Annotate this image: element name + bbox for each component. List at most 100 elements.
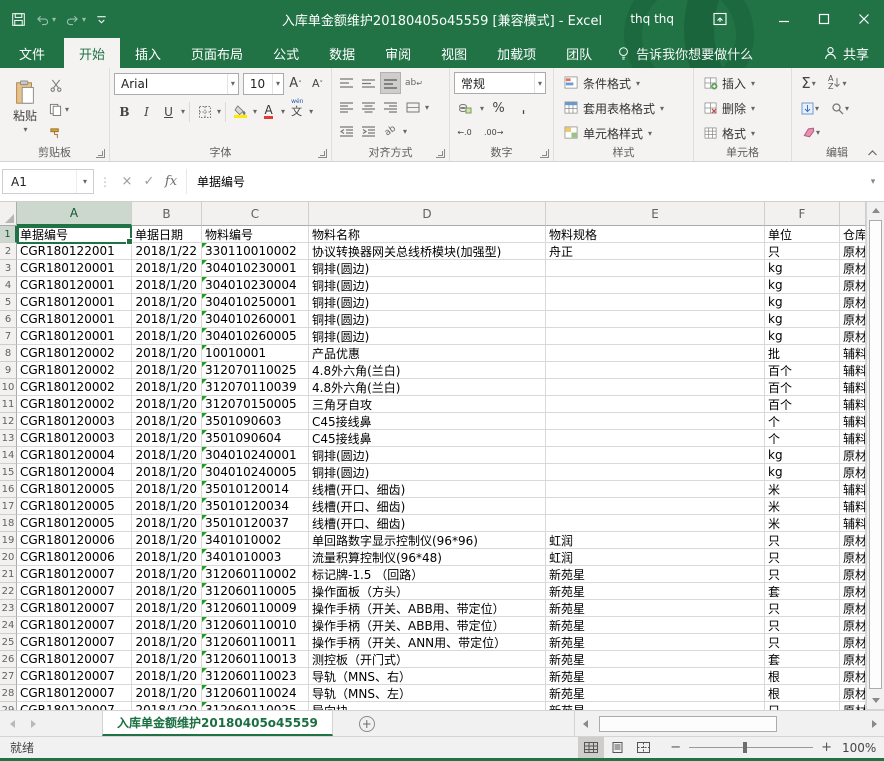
zoom-in-icon[interactable]: + <box>821 740 832 755</box>
cell[interactable]: 2018/1/20 <box>132 294 202 311</box>
cell[interactable]: 原材 <box>840 549 866 566</box>
cell[interactable]: 铜排(圆边) <box>309 260 546 277</box>
cell[interactable]: 米 <box>765 515 840 532</box>
vertical-scrollbar-thumb[interactable] <box>869 220 882 689</box>
cell[interactable]: 312060110024 <box>202 685 309 702</box>
cell[interactable]: 原材 <box>840 634 866 651</box>
cut-button[interactable] <box>46 75 72 96</box>
cell[interactable]: CGR180120002 <box>17 379 132 396</box>
cell[interactable]: 312070110039 <box>202 379 309 396</box>
cell[interactable] <box>546 379 765 396</box>
cell[interactable]: 只 <box>765 549 840 566</box>
cell[interactable] <box>546 328 765 345</box>
cell[interactable] <box>546 396 765 413</box>
cell[interactable] <box>546 413 765 430</box>
cell[interactable]: 4.8外六角(兰白) <box>309 379 546 396</box>
cell[interactable]: CGR180120007 <box>17 668 132 685</box>
cell[interactable]: 协议转换器网关总线桥模块(加强型) <box>309 243 546 260</box>
cell[interactable]: 辅料 <box>840 362 866 379</box>
cell[interactable]: 304010260005 <box>202 328 309 345</box>
cell[interactable]: 新苑星 <box>546 600 765 617</box>
ribbon-display-options-icon[interactable] <box>700 0 740 38</box>
clear-icon[interactable]: ▾ <box>798 121 823 143</box>
cell[interactable]: 辅料 <box>840 515 866 532</box>
cell[interactable] <box>546 430 765 447</box>
cell[interactable]: 新苑星 <box>546 617 765 634</box>
cell[interactable]: 单据日期 <box>132 226 202 243</box>
cell[interactable]: 2018/1/20 <box>132 498 202 515</box>
cell[interactable]: 操作手柄（开关、ABB用、带定位） <box>309 617 546 634</box>
bold-button[interactable]: B <box>114 101 135 123</box>
horizontal-scrollbar-thumb[interactable] <box>599 716 777 732</box>
cell[interactable]: 只 <box>765 532 840 549</box>
cell[interactable]: 312060110010 <box>202 617 309 634</box>
increase-indent-icon[interactable] <box>358 120 379 142</box>
row-number[interactable]: 8 <box>0 345 17 362</box>
cell[interactable]: 线槽(开口、细齿) <box>309 515 546 532</box>
column-header[interactable] <box>840 202 866 226</box>
cell[interactable]: CGR180122001 <box>17 243 132 260</box>
redo-icon[interactable]: ▾ <box>65 13 86 26</box>
format-painter-button[interactable] <box>46 123 72 144</box>
paste-button[interactable]: 粘贴 ▾ <box>4 71 46 143</box>
cell[interactable] <box>546 498 765 515</box>
cell[interactable]: 新苑星 <box>546 583 765 600</box>
align-left-icon[interactable] <box>336 96 357 118</box>
cell[interactable]: 百个 <box>765 396 840 413</box>
row-number[interactable]: 23 <box>0 600 17 617</box>
tab-addins[interactable]: 加载项 <box>482 38 551 68</box>
tab-page-layout[interactable]: 页面布局 <box>176 38 258 68</box>
cell[interactable]: 304010230004 <box>202 277 309 294</box>
cell[interactable]: CGR180120001 <box>17 328 132 345</box>
cell[interactable]: 2018/1/20 <box>132 668 202 685</box>
delete-cells-button[interactable]: 删除▾ <box>702 96 788 120</box>
tab-team[interactable]: 团队 <box>551 38 607 68</box>
number-dialog-launcher[interactable] <box>540 149 549 158</box>
formula-input[interactable]: 单据编号 <box>186 169 864 194</box>
cell[interactable]: 304010230001 <box>202 260 309 277</box>
cell[interactable]: 312060110005 <box>202 583 309 600</box>
row-number[interactable]: 21 <box>0 566 17 583</box>
cell[interactable]: 物料名称 <box>309 226 546 243</box>
phonetic-dropdown[interactable]: ▾ <box>309 107 313 116</box>
cell[interactable]: 312060110013 <box>202 651 309 668</box>
cell[interactable]: 线槽(开口、细齿) <box>309 481 546 498</box>
cell[interactable]: 原材 <box>840 617 866 634</box>
row-number[interactable]: 2 <box>0 243 17 260</box>
cell[interactable]: 新苑星 <box>546 685 765 702</box>
cell[interactable]: 辅料 <box>840 481 866 498</box>
cell[interactable]: 只 <box>765 634 840 651</box>
cell[interactable]: 新苑星 <box>546 651 765 668</box>
cell[interactable]: 3501090603 <box>202 413 309 430</box>
cell[interactable]: 312060110023 <box>202 668 309 685</box>
cell[interactable]: 原材 <box>840 447 866 464</box>
row-number[interactable]: 13 <box>0 430 17 447</box>
wrap-text-icon[interactable]: ab↵ <box>402 72 426 94</box>
cell[interactable]: 套 <box>765 651 840 668</box>
cell[interactable] <box>546 260 765 277</box>
font-color-icon[interactable]: A <box>258 101 279 123</box>
collapse-ribbon-icon[interactable] <box>867 149 878 157</box>
vertical-scrollbar[interactable] <box>866 202 884 710</box>
page-layout-view-icon[interactable] <box>604 737 630 758</box>
cell[interactable]: CGR180120006 <box>17 549 132 566</box>
cell[interactable] <box>546 345 765 362</box>
cell[interactable]: 原材 <box>840 566 866 583</box>
font-size-combo[interactable]: 10 ▾ <box>243 73 284 95</box>
cell[interactable]: 35010120037 <box>202 515 309 532</box>
cell[interactable]: 辅料 <box>840 379 866 396</box>
tab-home[interactable]: 开始 <box>64 38 120 68</box>
cell[interactable]: 312060110025 <box>202 702 309 710</box>
scroll-left-icon[interactable] <box>577 720 593 728</box>
expand-formula-bar-icon[interactable]: ▾ <box>864 177 882 187</box>
page-break-view-icon[interactable] <box>630 737 656 758</box>
cell[interactable]: 2018/1/20 <box>132 277 202 294</box>
cell[interactable]: CGR180120002 <box>17 362 132 379</box>
accounting-dropdown[interactable]: ▾ <box>480 104 484 113</box>
format-as-table-button[interactable]: 套用表格格式▾ <box>562 96 690 120</box>
center-icon[interactable] <box>358 96 379 118</box>
cell[interactable]: 312060110002 <box>202 566 309 583</box>
column-header[interactable]: E <box>546 202 765 226</box>
zoom-slider-knob[interactable] <box>743 742 747 753</box>
row-number[interactable]: 9 <box>0 362 17 379</box>
